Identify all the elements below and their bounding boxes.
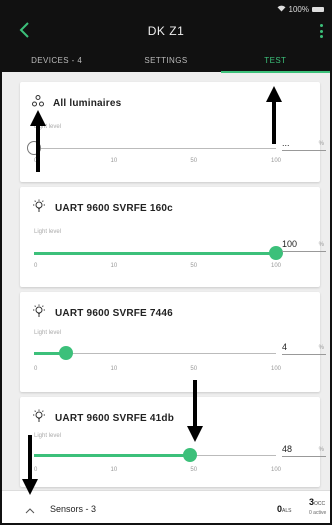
bulb-icon: [32, 199, 46, 218]
arrow-up-icon: [266, 86, 282, 144]
percent-unit: %: [318, 345, 324, 351]
card-title: UART 9600 SVRFE 160c: [55, 203, 173, 214]
light-level-value: ...: [282, 138, 290, 148]
bulb-icon: [32, 409, 46, 428]
light-level-input[interactable]: 48 %: [282, 444, 326, 457]
chevron-up-icon[interactable]: [25, 503, 35, 514]
light-level-slider[interactable]: [27, 141, 276, 155]
slider-fill: [34, 252, 276, 255]
luminaire-card: UART 9600 SVRFE 7446 Light level 0 10 50…: [20, 292, 326, 392]
tab-test[interactable]: TEST: [220, 52, 330, 73]
slider-thumb[interactable]: [182, 448, 197, 462]
occ-active: 0 active: [309, 510, 327, 516]
battery-icon: [312, 7, 324, 12]
light-level-input[interactable]: 100 %: [282, 239, 326, 252]
sensors-bar[interactable]: Sensors - 3 0ALS 3OCC 0 active: [2, 490, 330, 523]
light-level-slider[interactable]: [34, 346, 276, 360]
slider-thumb[interactable]: [58, 346, 73, 360]
light-level-label: Light level: [34, 330, 62, 336]
light-level-slider[interactable]: [34, 246, 283, 260]
card-title: UART 9600 SVRFE 7446: [55, 308, 173, 319]
arrow-down-icon: [187, 380, 203, 442]
tab-bar: DEVICES - 4 SETTINGS TEST: [2, 52, 330, 73]
battery-percent: 100%: [288, 5, 309, 14]
more-menu-button[interactable]: [318, 24, 324, 38]
slider-fill: [34, 454, 190, 457]
page-title: DK Z1: [147, 24, 185, 38]
slider-thumb[interactable]: [269, 246, 283, 260]
light-level-value: 100: [282, 239, 298, 249]
percent-unit: %: [318, 242, 324, 248]
app-header: 100% DK Z1 DEVICES - 4 SETTINGS TEST: [2, 2, 330, 73]
card-title: UART 9600 SVRFE 41db: [55, 413, 175, 424]
tab-settings[interactable]: SETTINGS: [111, 52, 220, 72]
app-frame: 100% DK Z1 DEVICES - 4 SETTINGS TEST All…: [0, 0, 332, 525]
tab-devices[interactable]: DEVICES - 4: [2, 52, 111, 72]
status-bar: 100%: [277, 5, 324, 14]
bulb-icon: [32, 304, 46, 323]
sensors-title: Sensors - 3: [50, 504, 97, 514]
card-title: All luminaires: [53, 97, 122, 109]
arrow-up-icon: [30, 110, 46, 172]
light-level-label: Light level: [34, 433, 62, 439]
light-level-value: 48: [282, 444, 293, 454]
light-level-value: 4: [282, 342, 288, 352]
light-level-input[interactable]: 4 %: [282, 342, 326, 355]
arrow-down-icon: [22, 435, 38, 495]
percent-unit: %: [318, 141, 324, 147]
als-count: 0ALS: [277, 504, 292, 514]
light-level-slider[interactable]: [34, 448, 276, 462]
light-level-label: Light level: [34, 229, 62, 235]
wifi-icon: [277, 5, 286, 14]
light-level-input[interactable]: ... %: [282, 138, 326, 151]
luminaire-card: UART 9600 SVRFE 41db Light level 0 10 50…: [20, 397, 326, 487]
luminaire-card: UART 9600 SVRFE 160c Light level 0 10 50…: [20, 187, 326, 287]
percent-unit: %: [318, 447, 324, 453]
occ-count: 3OCC: [309, 497, 326, 507]
